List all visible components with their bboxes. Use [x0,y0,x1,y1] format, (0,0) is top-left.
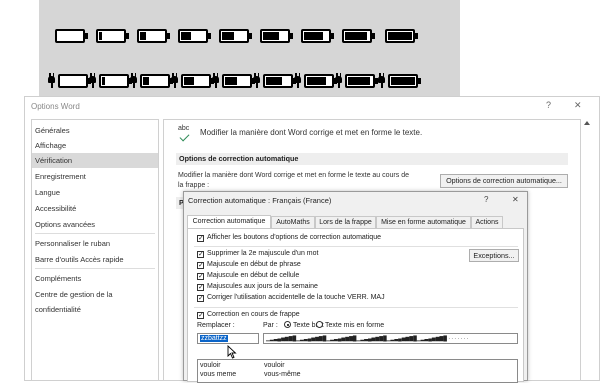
battery-icon [260,29,294,43]
list-item[interactable]: vouloir [200,361,221,370]
battery-icon [301,29,335,43]
tab-lors-de-la-frappe[interactable]: Lors de la frappe [315,216,376,228]
section-autocorrect-header: Options de correction automatique [176,153,568,165]
replace-label: Remplacer : [197,322,235,329]
autocorrect-desc-line1: Modifier la manière dont Word corrige et… [178,172,409,179]
nav-item-enregistrement[interactable]: Enregistrement [32,169,158,184]
battery-icon [178,29,212,43]
nav-item-verification[interactable]: Vérification [32,153,158,168]
check-icon: ✓ [197,273,204,280]
battery-icon [342,29,376,43]
replace-input-value: zzbattzz [200,335,228,342]
charging-battery-icon [388,74,422,88]
option-majuscule-phrase-checkbox[interactable]: ✓ Majuscule en début de phrase [197,260,301,270]
nav-item-complements[interactable]: Compléments [32,271,158,286]
autocorrect-desc-line2: la frappe : [178,182,210,189]
replace-input[interactable]: zzbattzz [197,333,259,344]
battery-icon [219,29,253,43]
divider [194,246,518,247]
autocorrect-dialog: Correction automatique : Français (Franc… [183,191,528,383]
nav-item-langue[interactable]: Langue [32,185,158,200]
check-icon: ✓ [197,284,204,291]
help-icon[interactable]: ? [546,100,551,110]
plug-icon [334,73,343,88]
list-item-value[interactable]: vouloir [264,361,285,370]
list-item[interactable]: vous meme [200,370,236,379]
autocorrect-options-button[interactable]: Options de correction automatique... [440,174,568,188]
charging-battery-icon [304,74,338,88]
check-icon: ✓ [197,262,204,269]
plug-icon [293,73,302,88]
plug-icon [47,73,56,88]
verification-intro: Modifier la manière dont Word corrige et… [200,128,423,137]
exceptions-button[interactable]: Exceptions... [469,249,519,262]
replacement-list[interactable]: vouloir vouloir vous meme vous-même [197,359,518,383]
window-title: Options Word [31,102,80,111]
radio-formatted-text[interactable]: Texte mis en forme [316,321,384,331]
charging-battery-icon [263,74,297,88]
charging-battery-icon [58,74,92,88]
charging-battery-icon [99,74,133,88]
charging-battery-icon [181,74,215,88]
battery-icon [96,29,130,43]
battery-icon [137,29,171,43]
options-nav: Générales Affichage Vérification Enregis… [31,119,159,381]
option-jours-semaine-checkbox[interactable]: ✓ Majuscules aux jours de la semaine [197,282,318,292]
charging-battery-icon [140,74,174,88]
tab-mise-en-forme-auto[interactable]: Mise en forme automatique [376,216,471,228]
charging-battery-icon [222,74,256,88]
with-label: Par : [263,322,278,329]
battery-icons-image [39,0,460,96]
nav-item-barre-acces-rapide[interactable]: Barre d'outils Accès rapide [32,252,158,267]
scrollbar[interactable] [581,119,593,381]
option-verr-maj-checkbox[interactable]: ✓ Corriger l'utilisation accidentelle de … [197,293,385,303]
dialog-close-icon[interactable]: ✕ [512,195,519,204]
plug-icon [211,73,220,88]
dialog-help-icon[interactable]: ? [484,195,488,204]
nav-divider [35,268,155,269]
list-item-value[interactable]: vous-même [264,370,301,379]
plug-icon [129,73,138,88]
autocorrect-tab-panel: ✓ Afficher les boutons d'options de corre… [187,228,524,383]
plug-icon [377,73,386,88]
dialog-title: Correction automatique : Français (Franc… [188,196,332,205]
check-icon: ✓ [197,295,204,302]
plug-icon [88,73,97,88]
tab-correction-automatique[interactable]: Correction automatique [187,215,271,228]
battery-icon [385,29,419,43]
nav-item-generales[interactable]: Générales [32,123,158,138]
nav-item-personnaliser-ruban[interactable]: Personnaliser le ruban [32,236,158,251]
divider [194,307,518,308]
check-icon: ✓ [197,235,204,242]
with-input[interactable]: ▁▂▃▄▅▆▇█▁▂▃▄▅▆▇█▁▂▃▄▅▆▇█▁▂▃▄▅▆▇█▁▂▃▄▅▆▇█… [263,333,518,344]
option-majuscule-cellule-checkbox[interactable]: ✓ Majuscule en début de cellule [197,271,299,281]
nav-item-options-avancees[interactable]: Options avancées [32,217,158,232]
abc-check-icon: abc [178,125,190,142]
nav-divider [35,233,155,234]
show-buttons-checkbox[interactable]: ✓ Afficher les boutons d'options de corre… [197,233,381,243]
battery-icon [55,29,89,43]
check-icon: ✓ [197,312,204,319]
nav-item-accessibilite[interactable]: Accessibilité [32,201,158,216]
tab-actions[interactable]: Actions [471,216,503,228]
nav-item-affichage[interactable]: Affichage [32,138,158,153]
radio-unselected [316,321,323,328]
plug-icon [252,73,261,88]
check-icon: ✓ [197,251,204,258]
close-icon[interactable]: ✕ [574,100,582,111]
plug-icon [170,73,179,88]
option-2e-majuscule-checkbox[interactable]: ✓ Supprimer la 2e majuscule d'un mot [197,249,318,259]
tab-automaths[interactable]: AutoMaths [271,216,315,228]
replace-while-typing-checkbox[interactable]: ✓ Correction en cours de frappe [197,310,300,320]
charging-battery-icon [345,74,379,88]
nav-item-centre-confidentialite[interactable]: Centre de gestion de la confidentialité [32,287,158,314]
radio-selected [284,321,291,328]
scroll-up-icon[interactable] [584,121,590,125]
